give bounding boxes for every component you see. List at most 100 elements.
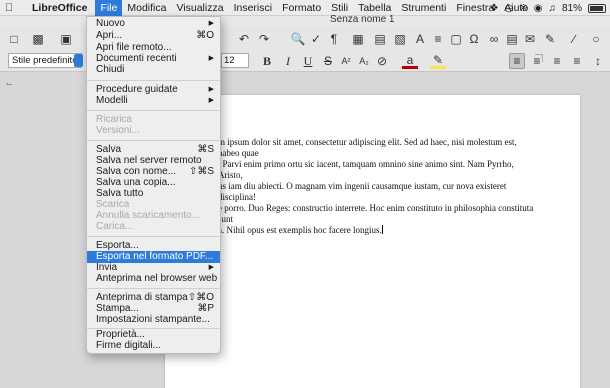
menu-visualizza[interactable]: Visualizza xyxy=(171,0,228,16)
shortcut-label: ⌘O xyxy=(196,30,214,41)
mac-menubar:  LibreOffice File Modifica Visualizza I… xyxy=(0,0,610,16)
line-spacing-icon[interactable]: ↕ xyxy=(590,53,606,69)
insert-table-icon[interactable]: ▦ xyxy=(350,31,366,47)
menu-item-label: Nuovo xyxy=(96,18,125,29)
menu-item-label: Documenti recenti xyxy=(96,53,177,64)
undo-icon[interactable]: ↶ xyxy=(236,31,252,47)
text-cursor xyxy=(381,225,383,234)
underline-icon[interactable]: U xyxy=(300,53,316,69)
paragraph-style-select[interactable]: Stile predefinito xyxy=(8,53,82,68)
wifi-icon[interactable]: ◉ xyxy=(534,3,543,14)
align-right-icon[interactable]: ≡ xyxy=(549,53,565,69)
new-document-icon[interactable]: □ xyxy=(6,31,22,47)
file-menu: Nuovo ▶ Apri... ⌘O Apri file remoto... Doc… xyxy=(86,16,221,354)
font-size-select[interactable]: 12 xyxy=(221,53,249,68)
field-icon[interactable]: ▢ xyxy=(448,31,464,47)
bold-icon[interactable]: B xyxy=(259,53,275,69)
menu-item-label: Proprietà... xyxy=(96,329,145,340)
font-color-icon[interactable]: a xyxy=(402,53,418,69)
justify-icon[interactable]: ≡ xyxy=(569,53,585,69)
menu-item-label: Salva una copia... xyxy=(96,177,176,188)
volume-icon[interactable]: ♫ xyxy=(548,3,556,14)
battery-icon[interactable] xyxy=(588,3,606,13)
comment-icon[interactable]: ✉ xyxy=(522,31,538,47)
menu-item-apri[interactable]: Apri... ⌘O xyxy=(87,30,220,42)
menu-strumenti[interactable]: Strumenti xyxy=(396,0,451,16)
superscript-icon[interactable]: A² xyxy=(338,53,354,69)
save-icon[interactable]: ▣ xyxy=(58,31,74,47)
menu-item-label: Apri file remoto... xyxy=(96,42,172,53)
hyperlink-icon[interactable]: ∞ xyxy=(486,31,502,47)
spellcheck-icon[interactable]: ✓ xyxy=(308,31,324,47)
menu-item-label: Impostazioni stampante... xyxy=(96,314,210,325)
insert-chart-icon[interactable]: ▧ xyxy=(392,31,408,47)
menu-item-label: Invia xyxy=(96,262,118,273)
menu-item-label: Versioni... xyxy=(96,125,140,136)
menu-item-label: Salva tutto xyxy=(96,188,144,199)
time-machine-icon[interactable]: ◷ xyxy=(505,3,514,14)
menu-item-nuovo[interactable]: Nuovo ▶ xyxy=(87,18,220,30)
menu-item-anteprima-browser[interactable]: Anteprima nel browser web xyxy=(87,273,220,285)
clear-formatting-icon[interactable]: ⊘ xyxy=(374,53,390,69)
menu-item-label: Ricarica xyxy=(96,114,133,125)
menu-item-label: Esporta... xyxy=(96,240,139,251)
document-text[interactable]: m ipsum dolor sit amet, consectetur adip… xyxy=(218,137,538,236)
page-margin-corner xyxy=(535,54,543,62)
menu-item-modelli[interactable]: Modelli ▶ xyxy=(87,95,220,107)
menu-item-carica: Carica... xyxy=(87,221,220,233)
menu-separator xyxy=(87,236,220,237)
track-changes-icon[interactable]: ✎ xyxy=(542,31,558,47)
menu-item-label: Modelli xyxy=(96,95,128,106)
special-character-icon[interactable]: Ω xyxy=(466,31,482,47)
menu-item-impostazioni-stampante[interactable]: Impostazioni stampante... xyxy=(87,314,220,326)
menu-item-label: Salva con nome... xyxy=(96,166,177,177)
redo-icon[interactable]: ↷ xyxy=(256,31,272,47)
menu-item-label: Procedure guidate xyxy=(96,84,178,95)
menu-separator xyxy=(87,80,220,81)
italic-icon[interactable]: I xyxy=(280,53,296,69)
window-title: Senza nome 1 xyxy=(330,14,395,25)
footnote-icon[interactable]: ▤ xyxy=(504,31,520,47)
open-folder-icon[interactable]: ▩ xyxy=(30,31,46,47)
line-icon[interactable]: ∕ xyxy=(566,31,582,47)
text-box-icon[interactable]: A xyxy=(412,31,428,47)
submenu-arrow-icon: ▶ xyxy=(208,97,214,104)
menu-item-label: Anteprima di stampa xyxy=(96,292,188,303)
battery-percent: 81% xyxy=(561,2,582,14)
menu-item-label: Stampa... xyxy=(96,303,139,314)
document-body[interactable]: m ipsum dolor sit amet, consectetur adip… xyxy=(218,137,533,235)
menu-separator xyxy=(87,140,220,141)
menu-item-firme-digitali[interactable]: Firme digitali... xyxy=(87,340,220,352)
bluetooth-icon[interactable]: ※ xyxy=(519,3,527,14)
menu-modifica[interactable]: Modifica xyxy=(122,0,171,16)
strikethrough-icon[interactable]: S xyxy=(320,53,336,69)
menu-formato[interactable]: Formato xyxy=(277,0,326,16)
menu-item-chiudi[interactable]: Chiudi xyxy=(87,64,220,76)
menu-item-label: Salva xyxy=(96,144,122,155)
dropbox-icon[interactable]: ❖ xyxy=(490,3,499,14)
menu-app-name[interactable]: LibreOffice xyxy=(18,2,95,14)
find-replace-icon[interactable]: 🔍 xyxy=(290,31,306,47)
menu-item-label: Chiudi xyxy=(96,64,125,75)
formatting-marks-icon[interactable]: ¶ xyxy=(326,31,342,47)
menu-item-label: Firme digitali... xyxy=(96,340,162,351)
shapes-icon[interactable]: ○ xyxy=(588,31,604,47)
highlight-icon[interactable]: ✎ xyxy=(430,53,446,69)
menu-inserisci[interactable]: Inserisci xyxy=(229,0,278,16)
menu-separator xyxy=(87,288,220,289)
menu-separator xyxy=(87,110,220,111)
menu-file[interactable]: File xyxy=(95,0,123,16)
menu-item-label: Esporta nel formato PDF... xyxy=(96,251,214,262)
menu-item-label: Salva nel server remoto xyxy=(96,155,202,166)
menu-item-label: Anteprima nel browser web xyxy=(96,273,218,284)
insert-image-icon[interactable]: ▤ xyxy=(372,31,388,47)
submenu-arrow-icon: ▶ xyxy=(208,20,214,27)
style-dropdown-arrow[interactable] xyxy=(74,54,83,67)
menu-item-label: Apri... xyxy=(96,30,123,41)
apple-icon[interactable]:  xyxy=(0,2,18,14)
subscript-icon[interactable]: A₂ xyxy=(356,53,372,69)
page-break-icon[interactable]: ≡ xyxy=(430,31,446,47)
menu-item-versioni: Versioni... xyxy=(87,125,220,137)
align-left-icon[interactable]: ≡ xyxy=(509,53,525,69)
status-area: ❖ ◷ ※ ◉ ♫ 81% xyxy=(490,0,610,16)
